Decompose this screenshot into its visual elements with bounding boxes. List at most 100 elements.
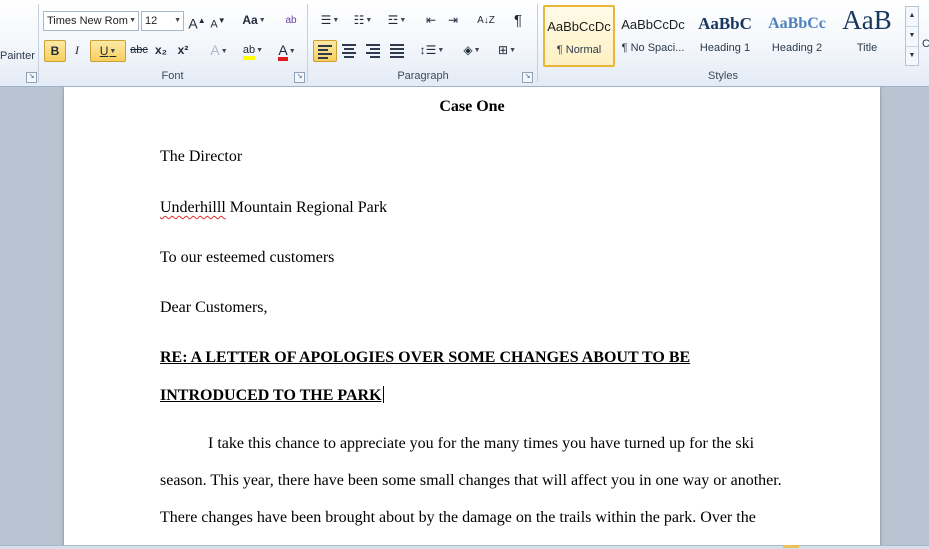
font-launcher-icon[interactable]: ↘: [294, 72, 305, 83]
font-color-button[interactable]: A▼: [272, 40, 302, 62]
subject-heading-line-2: INTRODUCED TO THE PARK: [160, 386, 384, 405]
style-sample: AaBbCcDc: [621, 17, 685, 32]
decrease-indent-button[interactable]: ⇤: [422, 10, 440, 32]
borders-icon: ⊞: [498, 43, 509, 57]
change-case-icon: Aa: [242, 13, 258, 27]
text-effects-button[interactable]: A▼: [205, 40, 233, 62]
style-title[interactable]: AaB Title: [831, 5, 903, 67]
align-left-icon: [318, 45, 334, 59]
change-styles-label[interactable]: C: [922, 38, 929, 50]
increase-indent-icon: ⇥: [447, 13, 459, 27]
style-name: Heading 2: [771, 42, 823, 54]
style-name: ¶ No Spaci...: [621, 42, 685, 54]
paragraph-line-1: I take this chance to appreciate you for…: [208, 435, 755, 452]
paragraph-launcher-icon[interactable]: ↘: [522, 72, 533, 83]
show-hide-marks-button[interactable]: ¶: [508, 10, 528, 32]
strikethrough-button[interactable]: abc: [128, 40, 150, 62]
style-sample: AaBbCcDc: [547, 19, 611, 34]
subscript-icon: x₂: [154, 43, 167, 57]
chevron-down-icon: ▼: [129, 17, 136, 24]
line-spacing-button[interactable]: ↕☰▼: [417, 40, 447, 62]
bold-icon: B: [50, 44, 60, 58]
style-name: Title: [856, 42, 878, 54]
style-sample: AaBbC: [698, 14, 752, 33]
style-normal[interactable]: AaBbCcDc ¶ Normal: [543, 5, 615, 67]
scroll-up-icon[interactable]: ▲: [906, 7, 918, 27]
align-center-icon: [342, 44, 358, 58]
italic-icon: I: [75, 43, 79, 57]
grow-font-button[interactable]: A▲: [187, 10, 207, 32]
misspelled-word[interactable]: Underhilll: [160, 199, 226, 216]
style-no-spacing[interactable]: AaBbCcDc ¶ No Spaci...: [617, 5, 689, 67]
subject-heading-line-1: RE: A LETTER OF APOLOGIES OVER SOME CHAN…: [160, 349, 691, 366]
styles-gallery: AaBbCcDc ¶ Normal AaBbCcDc ¶ No Spaci...…: [541, 5, 905, 67]
align-left-button[interactable]: [313, 40, 337, 62]
document-title: Case One: [439, 98, 505, 115]
highlight-button[interactable]: ab▼: [238, 40, 268, 62]
highlight-icon: ab: [242, 44, 256, 61]
text-effects-icon: A: [210, 42, 220, 58]
multilevel-list-icon: ☲: [387, 13, 399, 27]
font-name-value: Times New Rom: [47, 15, 128, 27]
more-styles-icon[interactable]: ▼: [906, 47, 918, 66]
font-name-combo[interactable]: Times New Rom ▼: [43, 11, 139, 31]
clear-formatting-icon: ab: [285, 15, 297, 26]
bullets-icon: ☰: [320, 13, 332, 27]
text-cursor: [382, 386, 384, 403]
pilcrow-icon: ¶: [513, 12, 523, 29]
grow-font-icon: A: [188, 15, 198, 32]
change-case-button[interactable]: Aa▼: [240, 10, 268, 32]
shading-button[interactable]: ◈▼: [457, 40, 487, 62]
font-color-icon: A: [278, 43, 288, 61]
superscript-button[interactable]: x²: [174, 40, 192, 62]
shading-bucket-icon: ◈: [463, 43, 473, 57]
numbering-button[interactable]: ☷▼: [348, 10, 378, 32]
underline-button[interactable]: U▼: [90, 40, 126, 62]
addressee-line: To our esteemed customers: [160, 249, 335, 266]
organization-line: Underhilll Mountain Regional Park: [160, 199, 387, 217]
borders-button[interactable]: ⊞▼: [492, 40, 522, 62]
paragraph-line-3: There changes have been brought about by…: [160, 509, 756, 526]
align-center-button[interactable]: [339, 40, 361, 62]
subscript-button[interactable]: x₂: [152, 40, 170, 62]
scroll-down-icon[interactable]: ▼: [906, 27, 918, 47]
clipboard-launcher-icon[interactable]: ↘: [26, 72, 37, 83]
decrease-indent-icon: ⇤: [425, 13, 437, 27]
style-sample: AaBbCc: [768, 15, 826, 32]
style-sample: AaB: [842, 5, 892, 35]
format-painter-button[interactable]: Painter: [0, 50, 35, 62]
paragraph-group-label: Paragraph: [397, 70, 449, 82]
chevron-down-icon: ▼: [174, 17, 181, 24]
style-heading-1[interactable]: AaBbC Heading 1: [689, 5, 761, 67]
italic-button[interactable]: I: [68, 40, 86, 62]
style-name: Heading 1: [699, 42, 751, 54]
superscript-icon: x²: [177, 43, 189, 57]
document-page[interactable]: Case One The Director Underhilll Mountai…: [64, 87, 880, 545]
bold-button[interactable]: B: [44, 40, 66, 62]
sort-button[interactable]: A↓Z: [474, 10, 498, 32]
font-size-combo[interactable]: 12 ▼: [141, 11, 184, 31]
multilevel-list-button[interactable]: ☲▼: [382, 10, 412, 32]
paragraph-line-2: season. This year, there have been some …: [160, 472, 782, 489]
organization-rest: Mountain Regional Park: [225, 199, 388, 216]
bullets-button[interactable]: ☰▼: [315, 10, 345, 32]
styles-gallery-scroll[interactable]: ▲ ▼ ▼: [905, 6, 919, 66]
justify-button[interactable]: [387, 40, 409, 62]
align-right-button[interactable]: [363, 40, 385, 62]
styles-group-label: Styles: [708, 70, 738, 82]
document-area: Case One The Director Underhilll Mountai…: [0, 87, 929, 545]
subject-heading-text: INTRODUCED TO THE PARK: [160, 387, 382, 404]
strikethrough-icon: abc: [130, 44, 148, 56]
underline-icon: U: [99, 44, 109, 58]
recipient-line: The Director: [160, 148, 243, 165]
align-right-icon: [366, 44, 382, 58]
sort-icon: A↓Z: [477, 15, 495, 26]
salutation-line: Dear Customers,: [160, 299, 268, 316]
font-group-label: Font: [161, 70, 184, 82]
increase-indent-button[interactable]: ⇥: [444, 10, 462, 32]
group-separator: [537, 4, 538, 82]
style-heading-2[interactable]: AaBbCc Heading 2: [761, 5, 833, 67]
shrink-font-icon: A: [210, 18, 218, 31]
clear-formatting-button[interactable]: ab: [280, 10, 302, 32]
shrink-font-button[interactable]: A▼: [208, 10, 228, 32]
